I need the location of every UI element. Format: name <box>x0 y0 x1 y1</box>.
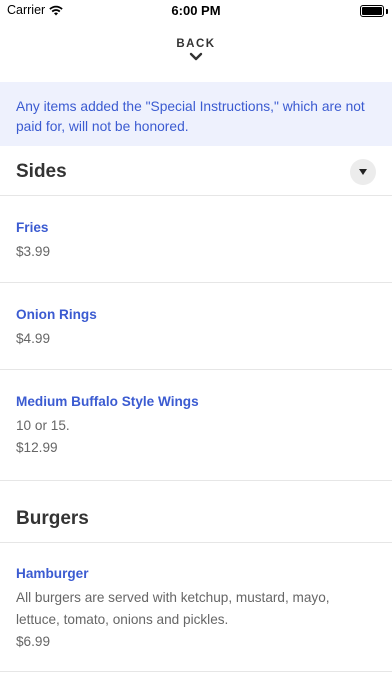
menu-item-onion-rings[interactable]: Onion Rings $4.99 <box>16 306 376 350</box>
caret-down-icon <box>359 169 367 175</box>
battery-level <box>362 7 382 15</box>
section-dropdown-button[interactable] <box>350 159 376 185</box>
back-label: BACK <box>176 38 216 50</box>
divider <box>0 195 392 196</box>
chevron-down-icon <box>189 52 203 61</box>
divider <box>0 542 392 543</box>
menu-item-buffalo-wings[interactable]: Medium Buffalo Style Wings 10 or 15. $12… <box>16 393 376 459</box>
section-header-burgers: Burgers <box>0 495 392 543</box>
item-price: $12.99 <box>16 440 58 455</box>
status-time: 6:00 PM <box>171 3 221 18</box>
divider <box>0 480 392 481</box>
menu-item-hamburger[interactable]: Hamburger All burgers are served with ke… <box>16 565 376 653</box>
item-price: $4.99 <box>16 331 51 346</box>
item-description: All burgers are served with ketchup, mus… <box>16 587 376 631</box>
item-name: Fries <box>16 220 49 235</box>
item-description: 10 or 15. <box>16 418 70 433</box>
menu-item-fries[interactable]: Fries $3.99 <box>16 219 376 263</box>
item-description-line-1: All burgers are served with ketchup, mus… <box>16 590 330 605</box>
item-description-line-2: lettuce, tomato, onions and pickles. <box>16 612 229 627</box>
battery-nub <box>386 9 388 14</box>
item-name: Hamburger <box>16 566 89 581</box>
section-header-sides: Sides <box>0 148 392 196</box>
divider <box>0 282 392 283</box>
notice-line-2: paid for, will not be honored. <box>16 119 189 134</box>
back-button[interactable]: BACK <box>0 38 392 72</box>
status-bar: Carrier 6:00 PM <box>0 0 392 22</box>
divider <box>0 671 392 672</box>
item-price: $6.99 <box>16 634 51 649</box>
item-name: Medium Buffalo Style Wings <box>16 394 199 409</box>
divider <box>0 369 392 370</box>
section-title-sides: Sides <box>16 161 67 182</box>
notice-line-1: Any items added the "Special Instruction… <box>16 99 365 114</box>
special-instructions-notice: Any items added the "Special Instruction… <box>0 82 392 146</box>
section-title-burgers: Burgers <box>16 508 89 529</box>
item-name: Onion Rings <box>16 307 97 322</box>
item-price: $3.99 <box>16 244 51 259</box>
battery-icon <box>360 5 384 17</box>
notice-text: Any items added the "Special Instruction… <box>16 97 380 137</box>
